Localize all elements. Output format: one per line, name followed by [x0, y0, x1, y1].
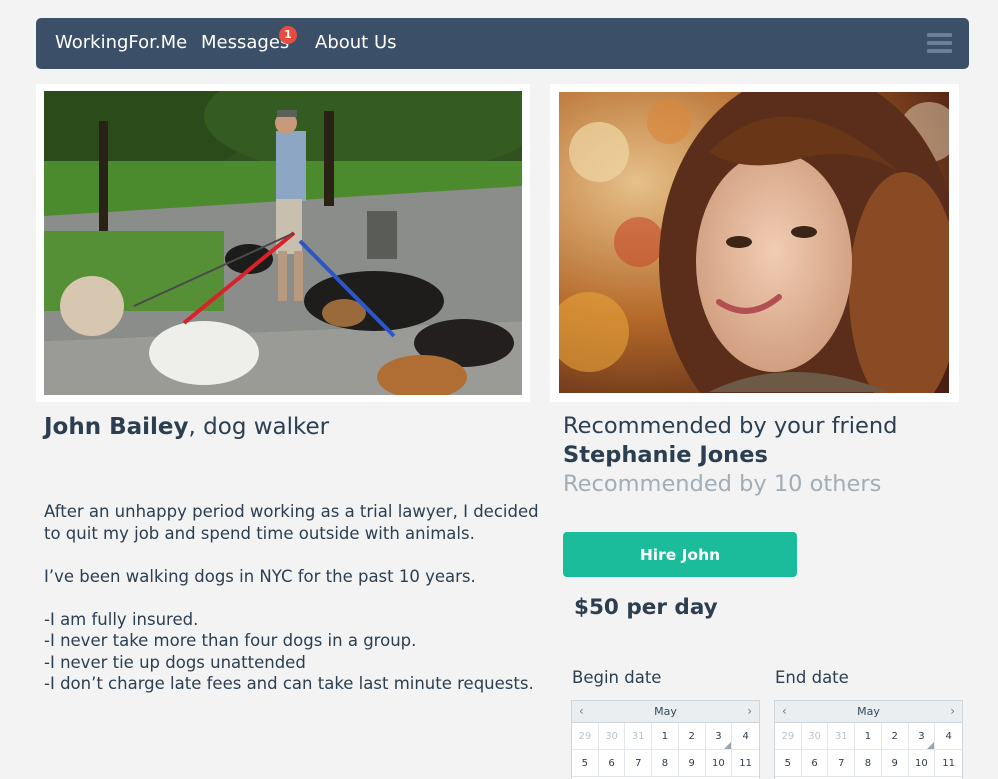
messages-count-badge: 1: [279, 26, 297, 44]
recommender-name[interactable]: Stephanie Jones: [563, 442, 768, 468]
bio-line: I’ve been walking dogs in NYC for the pa…: [44, 566, 476, 586]
calendar-day[interactable]: 2: [678, 723, 706, 750]
calendar-day[interactable]: 30: [598, 723, 626, 750]
calendar-day[interactable]: 2: [881, 723, 909, 750]
calendar-day[interactable]: 11: [732, 750, 759, 777]
calendar-day[interactable]: 31: [625, 723, 653, 750]
chevron-right-icon[interactable]: ›: [747, 704, 752, 718]
dog-walker-photo: [44, 91, 522, 395]
calendar-day[interactable]: 9: [881, 750, 909, 777]
calendar-day[interactable]: 11: [935, 750, 962, 777]
bio-line: -I never take more than four dogs in a g…: [44, 631, 417, 650]
recommendation-count[interactable]: Recommended by 10 others: [563, 471, 881, 497]
worker-name: John Bailey: [44, 414, 189, 440]
price-per-day: $50 per day: [574, 595, 718, 620]
end-date-calendar: ‹ May › 29 30 31 1 2 3 4 5 6 7 8 9 10 11: [774, 700, 963, 779]
calendar-day[interactable]: 7: [625, 750, 653, 777]
bio-line: -I never tie up dogs unattended: [44, 652, 306, 672]
calendar-day[interactable]: 4: [935, 723, 962, 750]
profile-heading: John Bailey, dog walker: [44, 414, 329, 440]
calendar-day[interactable]: 9: [678, 750, 706, 777]
calendar-day[interactable]: 29: [775, 723, 802, 750]
calendar-day[interactable]: 1: [652, 723, 679, 750]
calendar-day[interactable]: 29: [572, 723, 599, 750]
hamburger-menu-icon[interactable]: [927, 33, 952, 55]
begin-date-calendar: ‹ May › 29 30 31 1 2 3 4 5 6 7 8 9 10 11: [571, 700, 760, 779]
calendar-day[interactable]: 5: [775, 750, 802, 777]
calendar-day[interactable]: 8: [652, 750, 679, 777]
chevron-right-icon[interactable]: ›: [950, 704, 955, 718]
calendar-header: ‹ May ›: [775, 701, 962, 723]
calendar-day[interactable]: 6: [801, 750, 829, 777]
calendar-day[interactable]: 8: [855, 750, 882, 777]
begin-date-label: Begin date: [572, 668, 662, 687]
bio-line: After an unhappy period working as a tri…: [44, 502, 539, 521]
calendar-day[interactable]: 10: [908, 750, 936, 777]
calendar-month: May: [654, 705, 677, 718]
bio-line: to quit my job and spend time outside wi…: [44, 523, 475, 543]
bio-line: -I don’t charge late fees and can take l…: [44, 674, 534, 693]
bio-line: -I am fully insured.: [44, 609, 199, 629]
calendar-day[interactable]: 3: [705, 723, 733, 750]
worker-role: , dog walker: [188, 414, 330, 440]
recommendation-line: Recommended by your friend: [563, 413, 898, 439]
bio-text: After an unhappy period working as a tri…: [44, 501, 539, 695]
nav-about-link[interactable]: About Us: [315, 32, 397, 53]
calendar-day[interactable]: 5: [572, 750, 599, 777]
calendar-day[interactable]: 4: [732, 723, 759, 750]
calendar-day[interactable]: 3: [908, 723, 936, 750]
calendar-month: May: [857, 705, 880, 718]
calendar-header: ‹ May ›: [572, 701, 759, 723]
calendar-day[interactable]: 6: [598, 750, 626, 777]
calendar-day[interactable]: 31: [828, 723, 856, 750]
calendar-day[interactable]: 10: [705, 750, 733, 777]
calendar-day[interactable]: 1: [855, 723, 882, 750]
calendar-day[interactable]: 30: [801, 723, 829, 750]
recommender-portrait-photo: [559, 92, 949, 393]
end-date-label: End date: [775, 668, 849, 687]
hire-button[interactable]: Hire John: [563, 532, 797, 577]
brand-link[interactable]: WorkingFor.Me: [55, 32, 187, 53]
nav-messages-link[interactable]: Messages: [201, 32, 289, 53]
calendar-day[interactable]: 7: [828, 750, 856, 777]
